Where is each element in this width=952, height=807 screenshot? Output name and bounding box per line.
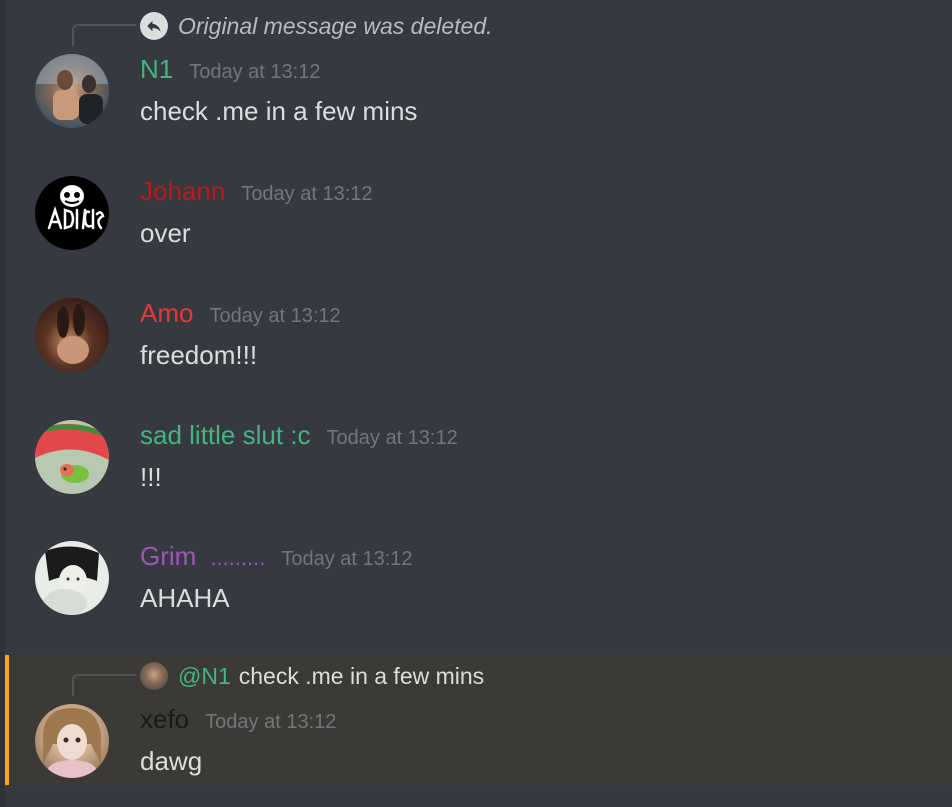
username[interactable]: Johann [140, 176, 225, 207]
avatar[interactable] [35, 176, 109, 250]
timestamp[interactable]: Today at 13:12 [327, 427, 458, 450]
reply-preview[interactable]: @N1 check .me in a few mins [140, 660, 484, 692]
avatar[interactable] [35, 54, 109, 128]
reply-preview-deleted[interactable]: Original message was deleted. [140, 10, 493, 42]
avatar[interactable] [35, 298, 109, 372]
reply-connector [72, 674, 136, 696]
message-content: freedom!!! [140, 340, 258, 370]
timestamp[interactable]: Today at 13:12 [281, 548, 412, 571]
message-content: check .me in a few mins [140, 96, 418, 126]
timestamp[interactable]: Today at 13:12 [209, 305, 340, 328]
reply-mention[interactable]: @N1 [178, 663, 231, 690]
avatar[interactable] [35, 704, 109, 778]
username[interactable]: sad little slut :c [140, 420, 311, 451]
message-content: dawg [140, 746, 203, 776]
timestamp[interactable]: Today at 13:12 [241, 183, 372, 206]
avatar[interactable] [35, 420, 109, 494]
username[interactable]: Amo [140, 298, 193, 329]
message-content: AHAHA [140, 583, 230, 613]
deleted-message-text: Original message was deleted. [178, 12, 493, 39]
reply-avatar [140, 662, 168, 690]
role-tag: ......... [210, 545, 266, 570]
message-content: !!! [140, 462, 162, 492]
username[interactable]: xefo [140, 704, 189, 735]
timestamp[interactable]: Today at 13:12 [189, 61, 320, 84]
message-content: over [140, 218, 191, 248]
username[interactable]: Grim [140, 541, 196, 572]
timestamp[interactable]: Today at 13:12 [205, 711, 336, 734]
reply-connector [72, 24, 136, 46]
username[interactable]: N1 [140, 54, 173, 85]
avatar[interactable] [35, 541, 109, 615]
reply-text[interactable]: check .me in a few mins [239, 663, 484, 690]
reply-arrow-icon [140, 12, 168, 40]
